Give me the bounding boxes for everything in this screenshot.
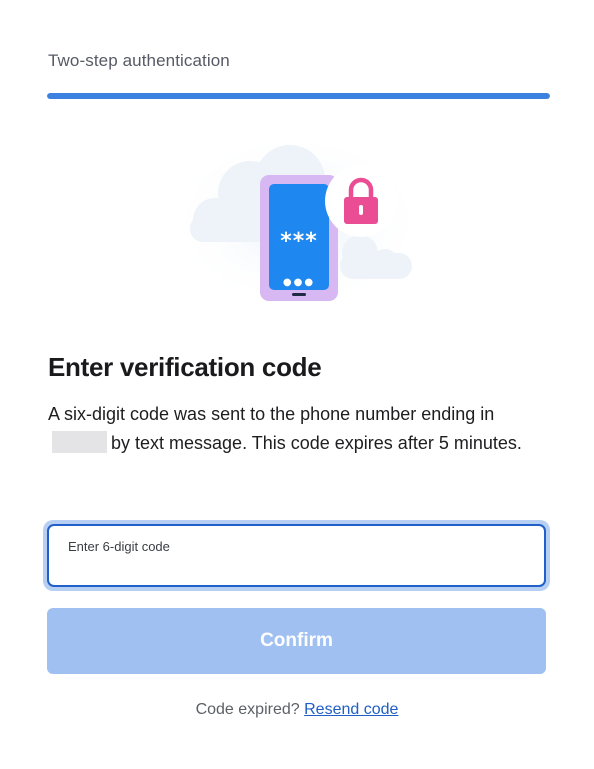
code-field-focus-ring: Enter 6-digit code [43,520,550,591]
redacted-phone-digits [52,431,107,453]
progress-bar [47,93,550,99]
verification-description: A six-digit code was sent to the phone n… [48,400,553,458]
description-text-end: by text message. This code expires after… [111,433,522,453]
page-title: Enter verification code [48,352,322,382]
phone-code-text: *** [280,229,318,254]
resend-prompt: Code expired? [195,701,300,718]
confirm-button[interactable]: Confirm [47,608,546,674]
page-header-title: Two-step authentication [48,51,230,70]
code-field[interactable]: Enter 6-digit code [47,524,546,587]
phone-lock-illustration: *** ●●● [168,130,430,315]
code-field-label: Enter 6-digit code [68,539,170,554]
description-text-start: A six-digit code was sent to the phone n… [48,404,495,424]
progress-bar-fill [47,93,550,99]
resend-code-link[interactable]: Resend code [304,701,398,718]
resend-row: Code expired? Resend code [0,701,594,719]
verification-code-input[interactable] [66,558,526,582]
phone-lock-icon: *** ●●● [168,130,428,310]
phone-dots-text: ●●● [283,277,315,288]
